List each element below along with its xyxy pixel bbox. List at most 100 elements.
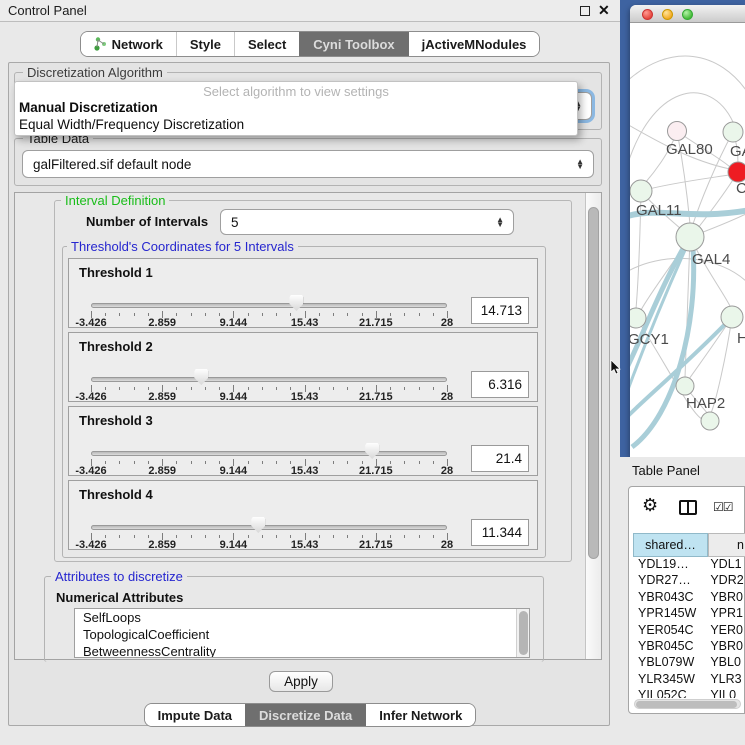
slider-tick-labels: -3.4262.8599.14415.4321.71528 [91, 465, 447, 477]
table-row[interactable]: YLR345W YLR3 [633, 672, 745, 688]
graph-node[interactable] [676, 377, 694, 395]
attribute-items: SelfLoopsTopologicalCoefficientBetweenne… [75, 609, 529, 658]
table-row[interactable]: YDL19… YDL1 [633, 557, 745, 573]
graph-node[interactable] [728, 162, 745, 182]
column-layout-icon[interactable] [679, 500, 697, 515]
graph-node[interactable] [723, 122, 743, 142]
tab-impute-data[interactable]: Impute Data [145, 704, 245, 726]
graph-nodes[interactable]: GAL80GACGAL11GAL4GCY1HHAP2 [630, 122, 745, 431]
table-row[interactable]: YPR145W YPR1 [633, 606, 745, 622]
table-row[interactable]: YER054C YER0 [633, 623, 745, 639]
number-of-intervals-label: Number of Intervals [86, 214, 208, 229]
top-tab-bar: Network Style Select Cyni Toolbox jActiv… [0, 31, 620, 57]
gear-icon[interactable]: ⚙ [642, 495, 658, 516]
bottom-tab-bar: Impute Data Discretize Data Infer Networ… [0, 703, 620, 727]
graph-node[interactable] [630, 180, 652, 202]
cell-name: YER0 [706, 623, 745, 639]
list-scrollbar[interactable] [516, 609, 529, 657]
graph-node-label: GCY1 [630, 331, 669, 348]
cell-shared-name: YPR145W [633, 606, 706, 622]
threshold-slider-track[interactable] [91, 377, 447, 382]
numerical-attributes-list[interactable]: SelfLoopsTopologicalCoefficientBetweenne… [74, 608, 530, 658]
algorithm-dropdown-popup: Select algorithm to view settings Manual… [14, 81, 578, 136]
tab-cyni-toolbox[interactable]: Cyni Toolbox [299, 32, 407, 56]
graph-node-label: C [736, 180, 745, 197]
cell-shared-name: YLR345W [633, 672, 706, 688]
threshold-slider-track[interactable] [91, 303, 447, 308]
network-icon [94, 37, 107, 51]
table-row[interactable]: YBR043C YBR0 [633, 590, 745, 606]
graph-node[interactable] [668, 122, 687, 141]
tab-network[interactable]: Network [81, 32, 176, 56]
attribute-item[interactable]: SelfLoops [75, 609, 529, 626]
graph-node[interactable] [701, 412, 719, 430]
cell-name: YBR0 [706, 590, 745, 606]
threshold-slider-handle[interactable] [289, 295, 303, 311]
tab-style[interactable]: Style [176, 32, 234, 56]
attribute-item[interactable]: BetweennessCentrality [75, 643, 529, 658]
tab-jactivemnodules[interactable]: jActiveMNodules [408, 32, 540, 56]
graph-node[interactable] [676, 223, 704, 251]
numerical-attributes-label: Numerical Attributes [56, 590, 183, 605]
cell-shared-name: YBL079W [633, 655, 706, 671]
graph-node-label: GAL80 [666, 141, 713, 158]
threshold-slider-handle[interactable] [194, 369, 208, 385]
network-window-titlebar[interactable] [630, 5, 745, 23]
threshold-slider-handle[interactable] [251, 517, 265, 533]
select-columns-icon[interactable]: ☑☑ [713, 500, 733, 514]
close-traffic-light-icon[interactable] [642, 9, 653, 20]
graph-node[interactable] [630, 308, 646, 328]
cell-shared-name: YDL19… [633, 557, 706, 573]
attribute-item[interactable]: TopologicalCoefficient [75, 626, 529, 643]
float-window-icon[interactable] [580, 6, 590, 16]
threshold-value-field[interactable]: 14.713 [471, 297, 529, 324]
slider-tick-labels: -3.4262.8599.14415.4321.71528 [91, 539, 447, 551]
threshold-slider-track[interactable] [91, 451, 447, 456]
cell-name: YLR3 [706, 672, 745, 688]
slider-tick-labels: -3.4262.8599.14415.4321.71528 [91, 317, 447, 329]
threshold-value-field[interactable]: 21.4 [471, 445, 529, 472]
cell-name: YDR2 [706, 573, 745, 589]
table-row[interactable]: YBL079W YBL0 [633, 655, 745, 671]
group-title-discretization-algorithm: Discretization Algorithm [23, 65, 167, 80]
popup-option-manual-discretization[interactable]: Manual Discretization [15, 99, 577, 116]
column-header-shared-name[interactable]: shared… [633, 533, 708, 557]
table-panel-area: Table Panel ⚙ ☑☑ shared… n YDL19… YDL1 Y… [620, 457, 745, 745]
application-window: Control Panel ✕ Network Style Select Cyn… [0, 0, 745, 745]
graph-node-label: HAP2 [686, 395, 725, 412]
tab-select[interactable]: Select [234, 32, 299, 56]
horizontal-scrollbar-thumb[interactable] [636, 701, 737, 708]
cell-shared-name: YBR043C [633, 590, 706, 606]
threshold-value-field[interactable]: 11.344 [471, 519, 529, 546]
vertical-scrollbar[interactable] [585, 193, 601, 659]
table-row[interactable]: YDR27… YDR2 [633, 573, 745, 589]
combo-arrows-icon: ▲▼ [576, 159, 584, 169]
minimize-traffic-light-icon[interactable] [662, 9, 673, 20]
cell-shared-name: YDR27… [633, 573, 706, 589]
table-data-combobox[interactable]: galFiltered.sif default node ▲▼ [22, 150, 594, 178]
threshold-label: Threshold 3 [79, 413, 153, 428]
network-view-window[interactable]: GAL80GACGAL11GAL4GCY1HHAP2 [630, 5, 745, 457]
apply-button[interactable]: Apply [269, 671, 333, 692]
threshold-slider-handle[interactable] [365, 443, 379, 459]
close-icon[interactable]: ✕ [598, 2, 610, 19]
horizontal-scrollbar[interactable] [634, 699, 741, 709]
number-of-intervals-spinner[interactable]: 5 ▲▼ [220, 209, 514, 235]
graph-node-label: GAL11 [636, 202, 682, 219]
tab-infer-network[interactable]: Infer Network [365, 704, 475, 726]
zoom-traffic-light-icon[interactable] [682, 9, 693, 20]
cell-shared-name: YIL052C [633, 688, 706, 698]
scrollbar-thumb[interactable] [588, 207, 599, 559]
column-header-name[interactable]: n [708, 533, 745, 557]
number-of-intervals-value: 5 [231, 215, 239, 230]
table-data-value: galFiltered.sif default node [33, 157, 191, 172]
tab-discretize-data[interactable]: Discretize Data [245, 704, 365, 726]
list-scrollbar-thumb[interactable] [519, 611, 528, 655]
table-row[interactable]: YIL052C YIL0 [633, 688, 745, 698]
threshold-slider-track[interactable] [91, 525, 447, 530]
graph-node[interactable] [721, 306, 743, 328]
table-row[interactable]: YBR045C YBR0 [633, 639, 745, 655]
network-graph[interactable]: GAL80GACGAL11GAL4GCY1HHAP2 [630, 23, 745, 457]
threshold-value-field[interactable]: 6.316 [471, 371, 529, 398]
popup-option-equal-width-frequency[interactable]: Equal Width/Frequency Discretization [15, 116, 577, 133]
